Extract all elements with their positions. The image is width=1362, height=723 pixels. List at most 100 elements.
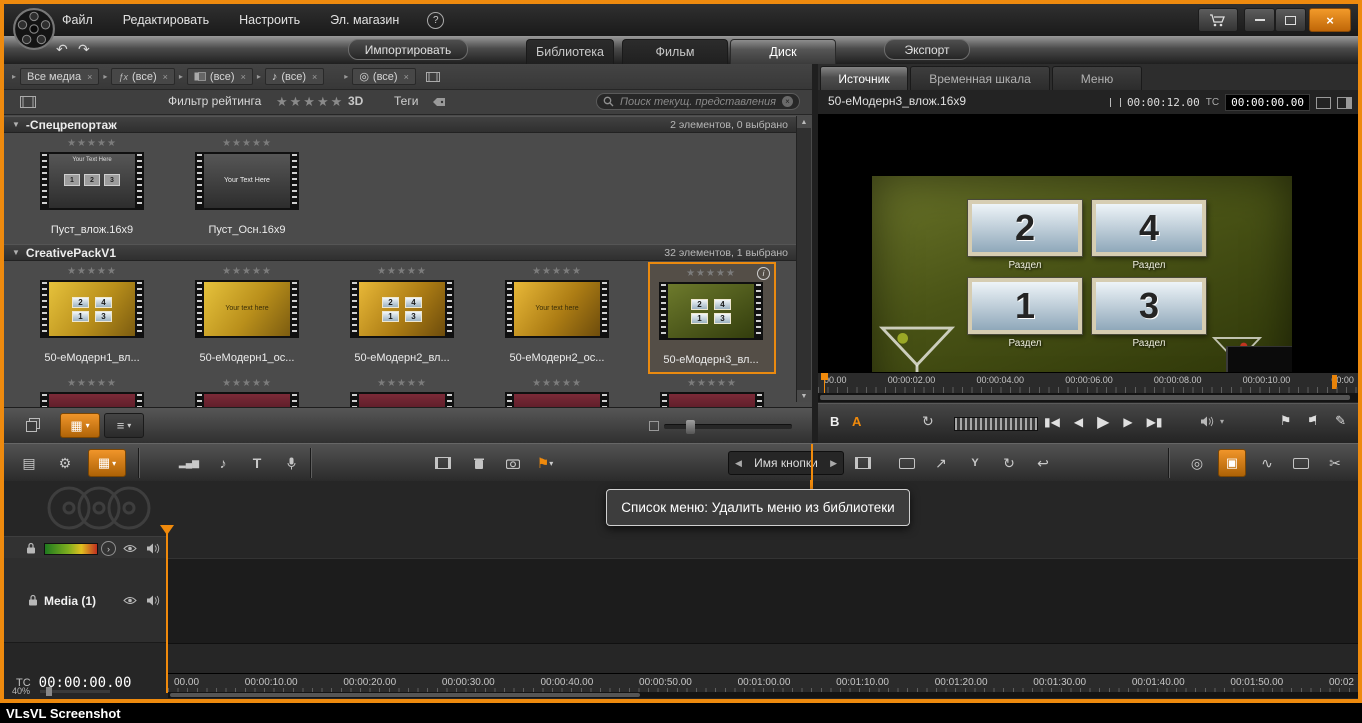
lock-icon[interactable] <box>26 542 36 554</box>
item-thumbnail[interactable]: 2 4 1 3 <box>659 282 763 340</box>
send-to-timeline-icon[interactable]: ↗ <box>928 452 954 474</box>
filmstrip-filter-icon[interactable] <box>425 71 440 82</box>
clip-end-marker[interactable] <box>1332 375 1337 389</box>
waveform-icon[interactable]: ∿ <box>1254 452 1280 474</box>
item-rating-stars[interactable]: ★★★★★ <box>532 378 582 390</box>
undo-icon[interactable]: ↶ <box>56 41 68 58</box>
stereo-3d-toggle[interactable]: 3D <box>348 94 363 108</box>
marker-flag-button[interactable]: ⚑ ▾ <box>532 452 558 474</box>
rating-stars-filter[interactable]: ★★★★★ <box>276 94 344 110</box>
tab-library[interactable]: Библиотека <box>526 39 614 64</box>
menu-store[interactable]: Эл. магазин <box>328 13 401 27</box>
go-end-button[interactable]: ▶▮ <box>1147 415 1163 429</box>
scroll-up-button[interactable]: ▲ <box>797 116 811 128</box>
filter-chip-all-media[interactable]: Все медиа × <box>20 68 100 85</box>
speaker-icon[interactable] <box>146 543 160 554</box>
item-rating-stars[interactable]: ★★★★★ <box>67 266 117 278</box>
timeline-scrollbar[interactable] <box>168 692 1358 698</box>
item-rating-stars[interactable]: ★★★★★ <box>377 266 427 278</box>
scroll-down-button[interactable]: ▼ <box>797 390 811 402</box>
loop-icon[interactable]: ↻ <box>996 452 1022 474</box>
eye-icon[interactable] <box>123 596 137 605</box>
speaker-icon[interactable] <box>1200 416 1214 427</box>
menu-setup[interactable]: Настроить <box>237 13 302 27</box>
media-type-icon[interactable] <box>20 96 36 108</box>
fullscreen-icon[interactable] <box>1316 96 1331 109</box>
item-thumbnail[interactable]: Your text here <box>505 280 609 338</box>
settings-gear-icon[interactable]: ⚙ <box>52 452 78 474</box>
go-start-button[interactable]: ▮◀ <box>1044 415 1060 429</box>
item-rating-stars[interactable]: ★★★★★ <box>222 378 272 390</box>
marker-out-icon[interactable]: ⚑ <box>1307 413 1319 429</box>
library-item[interactable]: ★★★★★ Your text here 50-еМодерн2_ос... <box>495 266 619 364</box>
item-thumbnail[interactable]: Your Text Here <box>195 152 299 210</box>
zoom-out-icon[interactable] <box>649 421 659 431</box>
timeline-zoom-value[interactable]: 40% <box>12 686 30 696</box>
item-rating-stars[interactable]: ★★★★★ <box>222 138 272 150</box>
collection-header-specreport[interactable]: ▼ -Спецрепортаж 2 элементов, 0 выбрано <box>4 116 796 133</box>
scissors-icon[interactable]: ✂ <box>1322 452 1348 474</box>
preview-scrollbar[interactable] <box>818 393 1358 402</box>
filter-chip-effects[interactable]: ƒx (все) × <box>111 68 175 85</box>
zoom-slider-handle[interactable] <box>686 420 695 434</box>
menu-grid-tool-button[interactable]: ▦ ▾ <box>88 449 126 477</box>
revert-icon[interactable]: ↩ <box>1030 452 1056 474</box>
collapse-icon[interactable]: ▼ <box>12 248 20 257</box>
timeline-scroll-handle[interactable] <box>170 693 640 697</box>
collection-header-creativepack[interactable]: ▼ CreativePackV1 32 элементов, 1 выбрано <box>4 244 796 261</box>
filter-chip-disc-menus[interactable]: ◎ (все) × <box>352 68 416 85</box>
voiceover-mic-icon[interactable] <box>278 452 304 474</box>
item-rating-stars[interactable]: ★★★★★ <box>377 378 427 390</box>
help-icon[interactable]: ? <box>427 11 445 29</box>
export-button[interactable]: Экспорт <box>884 39 970 60</box>
library-scrollbar[interactable]: ▲ ▼ <box>796 116 811 402</box>
eye-icon[interactable] <box>123 544 137 553</box>
item-rating-stars[interactable]: ★★★★★ <box>532 266 582 278</box>
button-name-dropdown[interactable]: ◀ Имя кнопки ▶ <box>728 451 844 475</box>
library-item-selected[interactable]: ★★★★★ 2 4 1 3 50-еМодерн3_вл... <box>650 268 772 366</box>
step-back-button[interactable]: ◀ <box>1074 415 1083 429</box>
library-item[interactable]: ★★★★★ 2 4 1 3 50-еМодерн1_вл... <box>30 266 154 364</box>
grid-view-button[interactable]: ▦ ▾ <box>60 413 100 438</box>
item-rating-stars[interactable]: ★★★★★ <box>67 378 117 390</box>
item-rating-stars[interactable]: ★★★★★ <box>686 268 736 280</box>
tab-timeline[interactable]: Временная шкала <box>910 66 1050 90</box>
menu-file[interactable]: Файл <box>60 13 95 27</box>
item-rating-stars[interactable]: ★★★★★ <box>222 266 272 278</box>
media-track-lane[interactable] <box>168 558 1358 644</box>
rings-tool-icon[interactable]: ◎ <box>1184 452 1210 474</box>
loop-playback-icon[interactable]: ↻ <box>922 413 934 430</box>
chat-add-icon[interactable] <box>1288 452 1314 474</box>
close-button[interactable]: × <box>1309 8 1351 32</box>
expand-track-icon[interactable]: › <box>101 541 116 556</box>
cart-button[interactable] <box>1198 8 1238 32</box>
chip-remove-icon[interactable]: × <box>241 72 246 82</box>
video-viewport[interactable]: 2 4 1 3 Раздел Раздел Раздел Раздел Пред… <box>818 114 1358 372</box>
scene-editor-icon[interactable]: ▤ <box>16 452 42 474</box>
filter-chip-transitions[interactable]: (все) × <box>186 68 253 85</box>
tab-source[interactable]: Источник <box>820 66 908 90</box>
comment-icon[interactable] <box>894 452 920 474</box>
film-clip-icon[interactable] <box>430 452 456 474</box>
search-input[interactable] <box>618 94 778 109</box>
chip-remove-icon[interactable]: × <box>163 72 168 82</box>
item-thumbnail[interactable]: 2 4 1 3 <box>350 280 454 338</box>
redo-icon[interactable]: ↷ <box>78 41 90 58</box>
list-view-button[interactable]: ≡ ▾ <box>104 413 144 438</box>
play-button[interactable]: ▶ <box>1097 412 1109 432</box>
copy-icon[interactable] <box>26 418 40 432</box>
maximize-button[interactable] <box>1275 8 1306 32</box>
prev-button-icon[interactable]: ◀ <box>729 458 748 469</box>
item-thumbnail[interactable]: Your Text Here 1 2 3 <box>40 152 144 210</box>
frame-grab-button[interactable] <box>850 452 876 474</box>
filter-chip-audio[interactable]: ♪ (все) × <box>264 68 325 85</box>
split-clip-icon[interactable]: Y <box>962 452 988 474</box>
audio-note-icon[interactable]: ♪ <box>210 452 236 474</box>
button-edit-tool[interactable]: ▣ <box>1218 449 1246 477</box>
tab-disc[interactable]: Диск <box>730 39 836 64</box>
search-box[interactable]: × <box>596 93 800 110</box>
chip-remove-icon[interactable]: × <box>312 72 317 82</box>
timeline-ruler[interactable]: 00.00 00:00:10.00 00:00:20.00 00:00:30.0… <box>168 673 1358 694</box>
item-thumbnail[interactable]: 2 4 1 3 <box>40 280 144 338</box>
tag-icon[interactable] <box>432 97 446 107</box>
